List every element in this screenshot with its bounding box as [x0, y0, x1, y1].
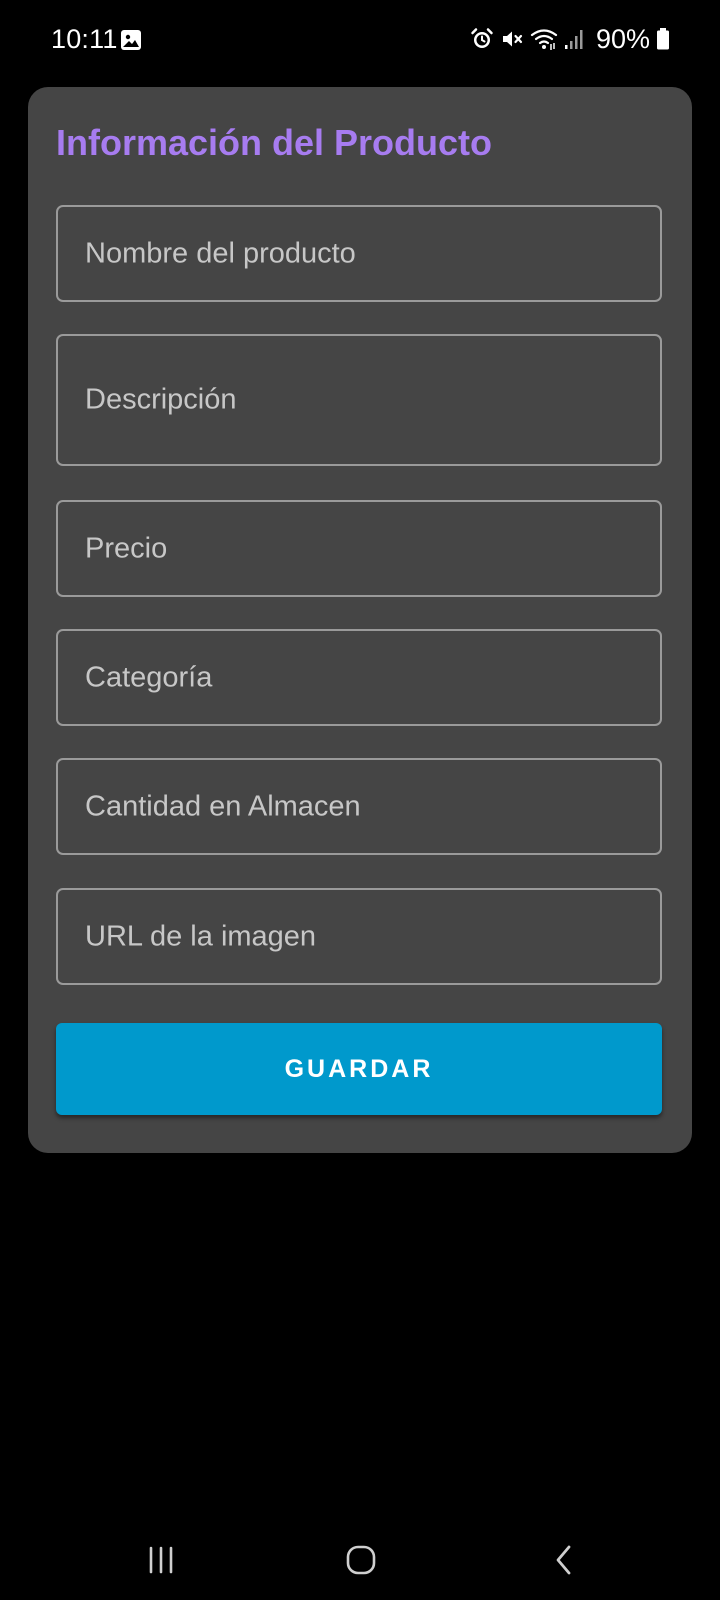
home-button[interactable]: [321, 1520, 401, 1600]
save-button[interactable]: GUARDAR: [56, 1023, 662, 1115]
form-title: Información del Producto: [56, 122, 493, 163]
product-form-card: Información del Producto Nombre del prod…: [28, 87, 692, 1153]
category-placeholder: Categoría: [85, 661, 213, 693]
description-field[interactable]: Descripción: [56, 334, 662, 466]
product-name-field[interactable]: Nombre del producto: [56, 205, 662, 302]
recents-icon: [149, 1546, 173, 1574]
wifi-icon: [530, 29, 558, 50]
signal-icon: [564, 30, 583, 49]
status-icons: 90%: [470, 22, 670, 56]
price-field[interactable]: Precio: [56, 500, 662, 597]
image-url-field[interactable]: URL de la imagen: [56, 888, 662, 985]
screen: 10:11 90% Información del Producto Nombr…: [0, 0, 720, 1600]
back-icon: [556, 1545, 571, 1575]
description-placeholder: Descripción: [85, 383, 237, 416]
home-icon: [346, 1545, 376, 1575]
category-field[interactable]: Categoría: [56, 629, 662, 726]
gallery-icon: [121, 30, 141, 50]
battery-icon: [657, 28, 669, 50]
recents-button[interactable]: [121, 1520, 201, 1600]
stock-quantity-field[interactable]: Cantidad en Almacen: [56, 758, 662, 855]
navigation-bar: [0, 1520, 720, 1600]
price-placeholder: Precio: [85, 532, 168, 564]
image-url-placeholder: URL de la imagen: [85, 920, 317, 952]
alarm-icon: [471, 28, 493, 48]
status-bar: 10:11 90%: [0, 0, 720, 80]
battery-percent: 90%: [595, 24, 650, 54]
product-name-placeholder: Nombre del producto: [85, 237, 356, 269]
back-button[interactable]: [524, 1520, 604, 1600]
mute-icon: [502, 31, 523, 47]
stock-quantity-placeholder: Cantidad en Almacen: [85, 790, 361, 822]
status-time: 10:11: [51, 24, 118, 54]
